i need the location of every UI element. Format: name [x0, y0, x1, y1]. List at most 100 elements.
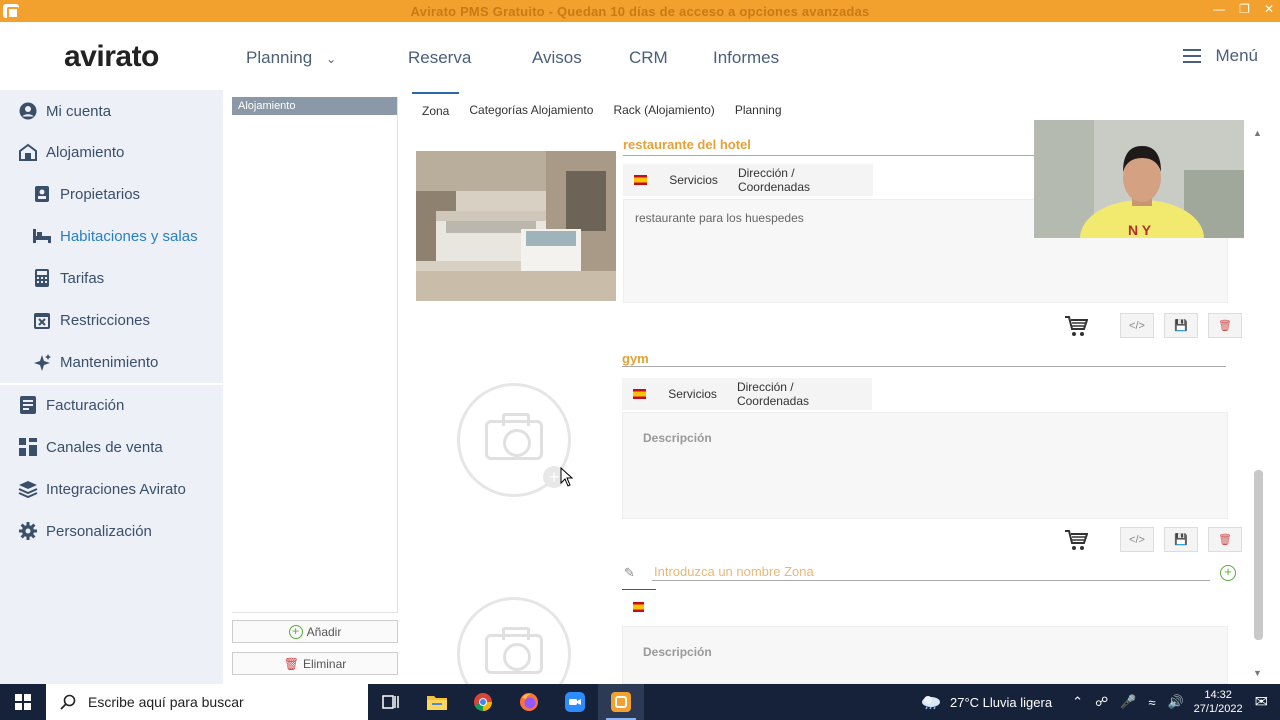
scroll-thumb[interactable]: [1254, 470, 1263, 640]
add-zone-icon[interactable]: +: [1220, 565, 1236, 581]
cart-icon[interactable]: [1062, 528, 1090, 552]
volume-icon[interactable]: 🔊: [1167, 694, 1183, 710]
sidebar-item-label: Alojamiento: [46, 143, 125, 161]
zone-actions: </> 💾 🗑: [1062, 527, 1242, 552]
layers-icon: [18, 479, 38, 499]
network-icon[interactable]: ☍: [1095, 694, 1108, 710]
window-controls: — ❐ ✕: [1213, 2, 1274, 16]
code-icon[interactable]: </>: [1120, 313, 1154, 338]
add-label: Añadir: [306, 624, 342, 639]
content-scrollbar[interactable]: ▲ ▼: [1250, 122, 1266, 684]
gear-icon: [18, 521, 38, 541]
sidebar-item-mi-cuenta[interactable]: Mi cuenta: [0, 90, 223, 132]
new-zone-row: ✎ +: [622, 563, 1236, 583]
zone-name-gym[interactable]: gym: [622, 351, 649, 366]
save-icon[interactable]: 💾: [1164, 313, 1198, 338]
sidebar-item-propietarios[interactable]: Propietarios: [0, 173, 223, 215]
save-icon[interactable]: 💾: [1164, 527, 1198, 552]
chevron-down-icon: ⌄: [326, 52, 337, 66]
zone-description[interactable]: Descripción: [622, 412, 1228, 519]
taskbar-search[interactable]: Escribe aquí para buscar: [46, 684, 368, 720]
zoom-icon[interactable]: [552, 684, 598, 720]
zone-photo[interactable]: [416, 151, 616, 301]
list-header: Alojamiento: [232, 97, 397, 115]
bed-icon: [32, 226, 52, 246]
chevron-up-icon[interactable]: ⌃: [1072, 694, 1083, 710]
nav-crm[interactable]: CRM: [629, 48, 668, 68]
alojamiento-list-panel: Alojamiento: [232, 97, 398, 613]
pencil-icon: ✎: [624, 565, 635, 580]
sidebar-item-habitaciones[interactable]: Habitaciones y salas: [0, 215, 223, 257]
code-icon[interactable]: </>: [1120, 527, 1154, 552]
svg-text:N Y: N Y: [1128, 222, 1152, 238]
webcam-overlay: N Y: [1034, 120, 1244, 238]
scroll-down-icon[interactable]: ▼: [1253, 668, 1262, 678]
clock-time: 14:32: [1204, 689, 1232, 701]
spain-flag-icon[interactable]: [634, 175, 648, 185]
sidebar-item-personalizacion[interactable]: Personalización: [0, 510, 223, 552]
zone-subtabs: Servicios Dirección / Coordenadas: [623, 164, 873, 196]
zone-description[interactable]: Descripción: [622, 626, 1228, 684]
sidebar-item-integraciones[interactable]: Integraciones Avirato: [0, 468, 223, 510]
windows-taskbar: Escribe aquí para buscar 27°C Lluvia lig…: [0, 684, 1280, 720]
tab-categorias[interactable]: Categorías Alojamiento: [459, 92, 603, 128]
subtab-direccion[interactable]: Dirección / Coordenadas: [727, 380, 872, 408]
zone-name-restaurante[interactable]: restaurante del hotel: [623, 137, 751, 152]
menu-button[interactable]: Menú: [1183, 46, 1258, 66]
invoice-icon: [18, 395, 38, 415]
sidebar-item-mantenimiento[interactable]: Mantenimiento: [0, 341, 223, 383]
sidebar-item-facturacion[interactable]: Facturación: [0, 384, 223, 426]
trash-icon: 🗑: [283, 656, 299, 671]
tab-zona[interactable]: Zona: [412, 92, 460, 128]
sparkle-icon: [32, 352, 52, 372]
camera-icon: [485, 627, 543, 674]
subtab-servicios[interactable]: Servicios: [659, 173, 728, 187]
menu-label: Menú: [1215, 46, 1258, 65]
sidebar-item-label: Canales de venta: [46, 438, 163, 456]
microphone-icon[interactable]: 🎤: [1120, 694, 1136, 710]
add-button[interactable]: + Añadir: [232, 620, 398, 643]
spain-flag-icon[interactable]: [633, 389, 647, 399]
file-explorer-icon[interactable]: [414, 684, 460, 720]
restore-icon[interactable]: ❐: [1239, 2, 1250, 16]
new-zone-name-input[interactable]: [652, 563, 1210, 581]
tab-rack[interactable]: Rack (Alojamiento): [603, 92, 724, 128]
nav-planning[interactable]: Planning ⌄: [246, 48, 336, 68]
sidebar-item-tarifas[interactable]: Tarifas: [0, 257, 223, 299]
nav-reserva[interactable]: Reserva: [408, 48, 471, 68]
sidebar: Mi cuenta Alojamiento Propietarios Habit…: [0, 90, 223, 684]
weather-text[interactable]: 27°C Lluvia ligera: [950, 695, 1052, 710]
trash-icon[interactable]: 🗑: [1208, 313, 1242, 338]
close-icon[interactable]: ✕: [1264, 2, 1274, 16]
nav-avisos[interactable]: Avisos: [532, 48, 582, 68]
channels-icon: [18, 437, 38, 457]
subtab-direccion[interactable]: Dirección / Coordenadas: [728, 166, 873, 194]
trash-icon[interactable]: 🗑: [1208, 527, 1242, 552]
task-view-icon[interactable]: [368, 684, 414, 720]
sidebar-item-alojamiento[interactable]: Alojamiento: [0, 131, 223, 173]
plus-circle-icon: +: [288, 624, 303, 639]
spain-flag-icon[interactable]: [633, 602, 644, 612]
description-placeholder: Descripción: [643, 431, 712, 445]
scroll-up-icon[interactable]: ▲: [1253, 128, 1262, 138]
search-icon: [60, 694, 76, 710]
wifi-icon[interactable]: ≈: [1148, 695, 1155, 710]
chrome-icon[interactable]: [460, 684, 506, 720]
notifications-icon[interactable]: ✉: [1255, 692, 1268, 712]
firefox-icon[interactable]: [506, 684, 552, 720]
avirato-logo[interactable]: avirato: [64, 40, 159, 74]
sidebar-item-canales[interactable]: Canales de venta: [0, 426, 223, 468]
clock[interactable]: 14:32 27/1/2022: [1194, 688, 1243, 716]
tab-planning[interactable]: Planning: [725, 92, 792, 128]
windows-start-icon[interactable]: [0, 684, 46, 720]
search-placeholder: Escribe aquí para buscar: [88, 694, 244, 710]
minimize-icon[interactable]: —: [1213, 2, 1225, 16]
cart-icon[interactable]: [1062, 314, 1090, 338]
description-placeholder: Descripción: [643, 645, 712, 659]
nav-informes[interactable]: Informes: [713, 48, 779, 68]
subtab-servicios[interactable]: Servicios: [658, 387, 727, 401]
calendar-x-icon: [32, 310, 52, 330]
delete-button[interactable]: 🗑 Eliminar: [232, 652, 398, 675]
avirato-taskbar-icon[interactable]: [598, 684, 644, 720]
sidebar-item-restricciones[interactable]: Restricciones: [0, 299, 223, 341]
